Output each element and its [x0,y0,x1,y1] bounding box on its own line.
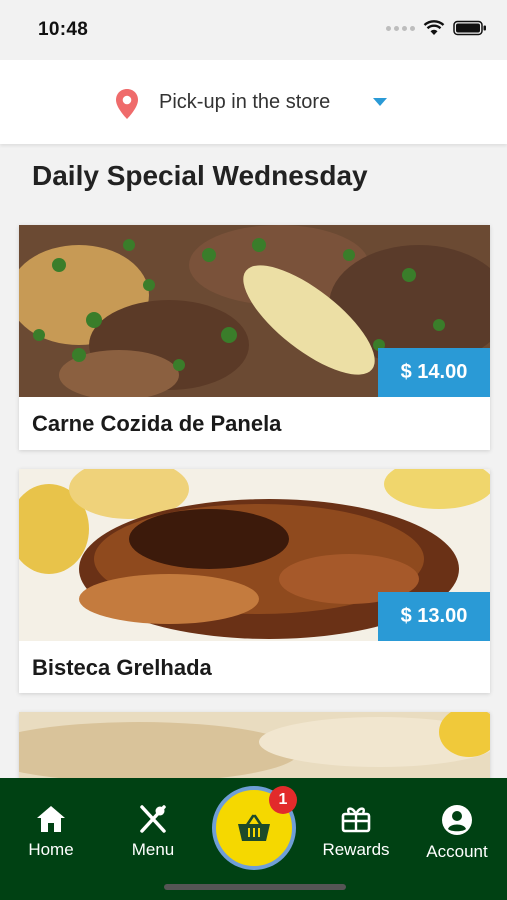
nav-home[interactable]: Home [6,804,96,860]
nav-rewards[interactable]: Rewards [311,804,401,860]
page-title: Daily Special Wednesday [32,160,368,191]
status-icons [386,20,487,36]
nav-account[interactable]: Account [412,804,502,862]
signal-icon [386,25,415,31]
nav-rewards-label: Rewards [322,840,390,859]
chevron-down-icon [373,98,387,106]
nav-home-label: Home [28,840,74,859]
pickup-location-label: Pick-up in the store [159,91,331,113]
gift-icon [341,807,371,833]
status-bar: 10:48 [0,0,507,60]
location-pin-icon [116,89,138,119]
home-indicator [164,884,346,890]
price-tag: $ 14.00 [378,348,490,397]
wifi-icon [423,20,445,35]
nav-account-label: Account [426,842,488,861]
menu-item-name: Carne Cozida de Panela [32,411,282,436]
status-time: 10:48 [38,19,89,40]
battery-icon [453,20,486,36]
account-icon [442,805,472,835]
pickup-location-selector[interactable]: Pick-up in the store [0,60,507,144]
menu-item-card[interactable]: $ 14.00 Carne Cozida de Panela [19,225,490,450]
basket-icon [238,814,270,841]
menu-item-name: Bisteca Grelhada [32,655,212,680]
menu-item-card[interactable]: $ 13.00 Bisteca Grelhada [19,469,490,693]
nav-menu-label: Menu [131,840,175,859]
nav-menu[interactable]: Menu [108,804,198,860]
home-icon [37,806,65,832]
cart-count-badge: 1 [269,786,297,814]
price-tag: $ 13.00 [378,592,490,641]
utensils-icon [140,805,166,833]
